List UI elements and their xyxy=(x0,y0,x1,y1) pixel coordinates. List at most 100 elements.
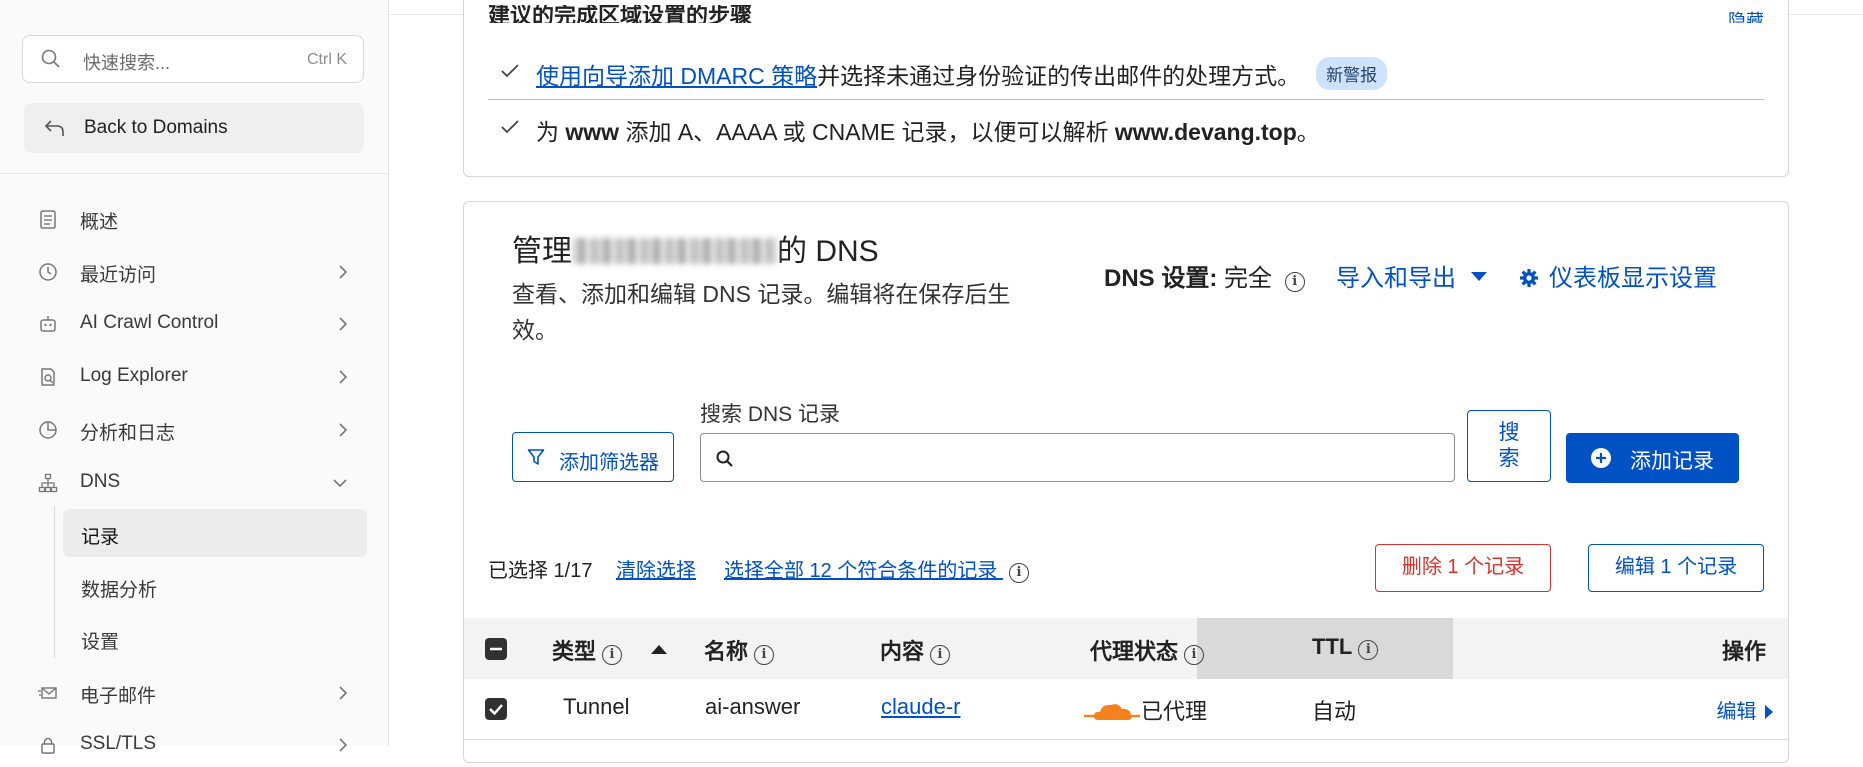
sidebar-item-label: 分析和日志 xyxy=(80,423,176,444)
sidebar-item-analytics[interactable]: 分析和日志 xyxy=(24,408,364,452)
sidebar-item-email[interactable]: 电子邮件 xyxy=(24,671,364,715)
sidebar-item-label: 电子邮件 xyxy=(80,686,157,707)
search-button[interactable]: 搜索 xyxy=(1467,410,1551,482)
sidebar-item-label: Log Explorer xyxy=(80,365,188,386)
column-type[interactable]: 类型 i xyxy=(552,634,623,666)
row-edit-button[interactable]: 编辑 xyxy=(1716,695,1774,724)
sidebar-item-label: 最近访问 xyxy=(80,265,157,286)
add-record-button[interactable]: 添加记录 xyxy=(1566,433,1739,483)
history-icon xyxy=(38,262,58,282)
dns-setting-status: DNS 设置: 完全 i xyxy=(1104,258,1305,293)
clear-selection-link[interactable]: 清除选择 xyxy=(616,554,696,583)
hide-steps-link[interactable]: 隐藏 xyxy=(1728,7,1764,23)
back-arrow-icon xyxy=(44,118,66,143)
records-table-header: 类型 i 名称 i 内容 i 代理状态 i TTL i 操作 xyxy=(464,618,1788,680)
column-proxy-status[interactable]: 代理状态 i xyxy=(1090,634,1205,666)
chevron-right-icon xyxy=(338,685,348,706)
info-icon[interactable]: i xyxy=(1184,645,1205,665)
search-button-label: 搜索 xyxy=(1498,421,1520,470)
record-content-link[interactable]: claude-r xyxy=(881,694,960,719)
caret-right-icon xyxy=(1765,705,1773,719)
dns-setting-value: 完全 xyxy=(1224,265,1273,292)
robot-icon xyxy=(38,314,58,334)
add-filter-button[interactable]: 添加筛选器 xyxy=(512,432,674,482)
column-content[interactable]: 内容 i xyxy=(880,634,951,666)
info-icon[interactable]: i xyxy=(1008,563,1029,583)
gear-icon xyxy=(1520,269,1538,287)
sidebar-subitem-analytics[interactable]: 数据分析 xyxy=(63,562,367,610)
setup-steps-title: 建议的完成区域设置的步骤 xyxy=(488,5,753,23)
column-name-label: 名称 xyxy=(704,639,749,664)
info-icon[interactable]: i xyxy=(1358,640,1379,660)
select-all-container: 选择全部 12 个符合条件的记录 i xyxy=(724,554,1029,583)
column-ttl[interactable]: TTL i xyxy=(1312,634,1379,660)
www-domain: www.devang.top xyxy=(1114,119,1297,145)
select-all-checkbox[interactable] xyxy=(485,638,507,660)
import-export-label: 导入和导出 xyxy=(1336,265,1456,292)
import-export-dropdown[interactable]: 导入和导出 xyxy=(1336,258,1489,293)
info-icon[interactable]: i xyxy=(754,645,775,665)
www-step-text: 为 www 添加 A、AAAA 或 CNAME 记录，以便可以解析 www.de… xyxy=(536,113,1320,147)
text-part: 为 xyxy=(536,119,566,145)
sidebar-subitem-settings[interactable]: 设置 xyxy=(63,614,367,662)
back-to-domains-label: Back to Domains xyxy=(84,117,228,138)
back-to-domains-button[interactable]: Back to Domains xyxy=(24,103,364,153)
sidebar-item-ai-crawl-control[interactable]: AI Crawl Control xyxy=(24,302,364,346)
table-row[interactable]: Tunnel ai-answer claude-r 已代理 自动 编辑 xyxy=(464,679,1788,740)
dashboard-settings-label: 仪表板显示设置 xyxy=(1549,265,1717,292)
setup-step-dmarc: 使用向导添加 DMARC 策略并选择未通过身份验证的传出邮件的处理方式。 新警报 xyxy=(488,45,1764,99)
title-suffix: 的 DNS xyxy=(777,235,879,268)
search-icon xyxy=(715,449,735,474)
sidebar-item-recent[interactable]: 最近访问 xyxy=(24,250,364,294)
sort-asc-icon[interactable] xyxy=(650,642,668,660)
info-icon[interactable]: i xyxy=(1284,272,1305,292)
sidebar-divider xyxy=(0,173,388,174)
record-ttl: 自动 xyxy=(1312,699,1357,724)
log-search-icon xyxy=(38,367,58,387)
subitem-label: 设置 xyxy=(81,632,120,653)
sidebar-item-dns[interactable]: DNS xyxy=(24,461,364,505)
dns-setting-label: DNS 设置: xyxy=(1104,265,1218,292)
column-proxy-label: 代理状态 xyxy=(1090,639,1179,664)
lock-icon xyxy=(38,735,58,755)
subitem-label: 记录 xyxy=(81,527,120,548)
add-record-label: 添加记录 xyxy=(1630,450,1714,473)
email-icon xyxy=(38,683,58,703)
check-icon xyxy=(500,63,520,84)
column-name[interactable]: 名称 i xyxy=(704,634,775,666)
dns-description: 查看、添加和编辑 DNS 记录。编辑将在保存后生效。 xyxy=(512,281,1011,343)
row-checkbox[interactable] xyxy=(485,698,507,720)
search-dns-label: 搜索 DNS 记录 xyxy=(700,403,841,426)
add-filter-label: 添加筛选器 xyxy=(559,452,659,474)
www-host: www xyxy=(565,119,620,145)
sidebar-item-label: SSL/TLS xyxy=(80,733,157,754)
dmarc-step-text: 并选择未通过身份验证的传出邮件的处理方式。 xyxy=(817,63,1301,89)
column-actions: 操作 xyxy=(1721,639,1766,664)
info-icon[interactable]: i xyxy=(602,645,623,665)
document-icon xyxy=(38,209,58,229)
chevron-right-icon xyxy=(338,422,348,443)
quick-search-input[interactable]: 快速搜索... Ctrl K xyxy=(22,35,364,83)
chevron-right-icon xyxy=(338,316,348,337)
setup-step-text: 使用向导添加 DMARC 策略并选择未通过身份验证的传出邮件的处理方式。 新警报 xyxy=(536,57,1388,91)
dashboard-display-settings-link[interactable]: 仪表板显示设置 xyxy=(1519,258,1717,293)
caret-down-icon xyxy=(1470,272,1487,281)
info-icon[interactable]: i xyxy=(930,645,951,665)
sidebar-subitem-records[interactable]: 记录 xyxy=(63,509,367,557)
select-all-link[interactable]: 选择全部 12 个符合条件的记录 xyxy=(724,560,997,582)
sitemap-icon xyxy=(38,473,58,493)
filter-icon xyxy=(527,448,545,471)
search-dns-input[interactable] xyxy=(700,433,1455,482)
sidebar-item-log-explorer[interactable]: Log Explorer xyxy=(24,355,364,399)
sidebar-item-overview[interactable]: 概述 xyxy=(24,197,364,241)
dns-page-title: 管理 的 DNS xyxy=(512,226,879,270)
edit-records-button[interactable]: 编辑 1 个记录 xyxy=(1588,544,1764,592)
dmarc-wizard-link[interactable]: 使用向导添加 DMARC 策略 xyxy=(536,63,817,89)
new-alert-badge: 新警报 xyxy=(1316,57,1388,90)
record-type: Tunnel xyxy=(563,694,630,719)
sidebar-item-ssl-tls[interactable]: SSL/TLS xyxy=(24,723,364,767)
delete-records-button[interactable]: 删除 1 个记录 xyxy=(1375,544,1551,592)
record-name: ai-answer xyxy=(705,694,801,719)
subnav-guide-line xyxy=(54,506,55,658)
search-icon xyxy=(41,49,61,74)
